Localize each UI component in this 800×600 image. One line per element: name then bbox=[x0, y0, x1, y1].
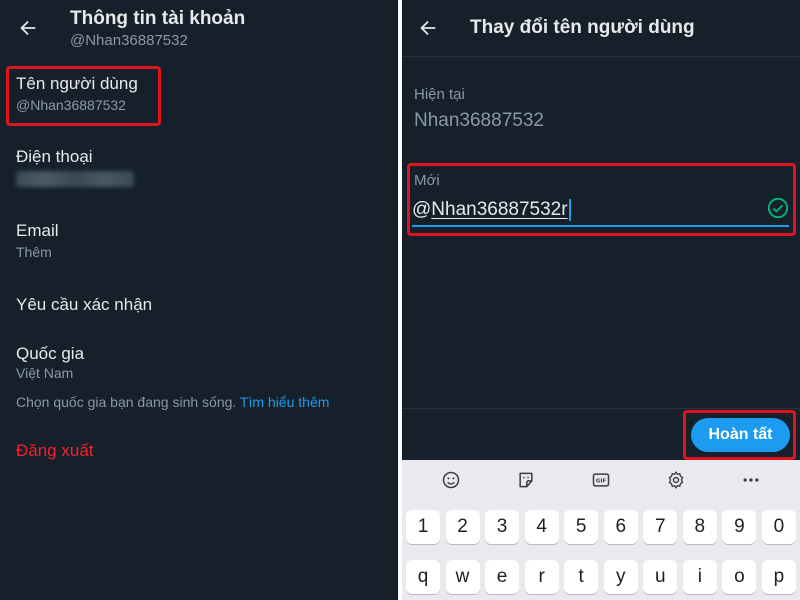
text-caret bbox=[568, 199, 571, 221]
arrow-left-icon bbox=[420, 20, 436, 36]
letter-key-p[interactable]: p bbox=[761, 560, 796, 594]
keyboard-letter-row: qwertyuiop bbox=[406, 560, 796, 594]
number-key-7[interactable]: 7 bbox=[643, 510, 678, 544]
number-key-6[interactable]: 6 bbox=[603, 510, 638, 544]
svg-text:GIF: GIF bbox=[596, 479, 606, 485]
number-key-3[interactable]: 3 bbox=[485, 510, 520, 544]
number-key-0[interactable]: 0 bbox=[761, 510, 796, 544]
country-hint: Chọn quốc gia bạn đang sinh sống. Tìm hi… bbox=[16, 394, 329, 410]
number-key-1[interactable]: 1 bbox=[406, 510, 440, 544]
number-key-5[interactable]: 5 bbox=[564, 510, 599, 544]
number-key-9[interactable]: 9 bbox=[722, 510, 757, 544]
verification-request-row[interactable]: Yêu cầu xác nhận bbox=[16, 295, 152, 315]
number-key-4[interactable]: 4 bbox=[524, 510, 559, 544]
change-username-title: Thay đổi tên người dùng bbox=[470, 17, 695, 38]
current-username-value: Nhan36887532 bbox=[414, 110, 544, 131]
current-username-label: Hiện tại bbox=[414, 86, 465, 103]
gear-icon[interactable] bbox=[662, 466, 690, 494]
country-hint-text: Chọn quốc gia bạn đang sinh sống. bbox=[16, 394, 237, 410]
letter-key-u[interactable]: u bbox=[643, 560, 678, 594]
keyboard-toolbar: GIF bbox=[402, 460, 800, 500]
logout-button[interactable]: Đăng xuất bbox=[16, 441, 94, 461]
number-key-8[interactable]: 8 bbox=[682, 510, 717, 544]
new-username-input[interactable]: @ Nhan36887532r bbox=[412, 195, 789, 227]
username-label: Tên người dùng bbox=[16, 74, 138, 93]
phone-label: Điện thoại bbox=[16, 147, 93, 166]
valid-check-icon bbox=[767, 197, 789, 219]
username-value: @Nhan36887532 bbox=[16, 97, 126, 113]
at-prefix: @ bbox=[412, 199, 432, 220]
number-key-2[interactable]: 2 bbox=[445, 510, 480, 544]
new-username-text: Nhan36887532r bbox=[431, 199, 568, 220]
header-divider bbox=[402, 56, 800, 57]
phone-value-blurred bbox=[16, 171, 134, 187]
learn-more-link[interactable]: Tìm hiểu thêm bbox=[240, 394, 329, 410]
back-button[interactable] bbox=[13, 13, 43, 43]
change-username-screen: Thay đổi tên người dùng Hiện tại Nhan368… bbox=[402, 0, 800, 600]
sticker-icon[interactable] bbox=[512, 466, 540, 494]
letter-key-y[interactable]: y bbox=[603, 560, 638, 594]
gif-icon[interactable]: GIF bbox=[587, 466, 615, 494]
on-screen-keyboard: GIF 1234567890 qwertyuiop bbox=[402, 460, 800, 600]
emoji-icon[interactable] bbox=[437, 466, 465, 494]
email-label: Email bbox=[16, 221, 59, 240]
footer-divider bbox=[402, 408, 800, 409]
letter-key-t[interactable]: t bbox=[564, 560, 599, 594]
account-info-screen: Thông tin tài khoản @Nhan36887532 Tên ng… bbox=[0, 0, 398, 600]
arrow-left-icon bbox=[20, 20, 36, 36]
page-title: Thông tin tài khoản bbox=[70, 8, 246, 29]
email-value: Thêm bbox=[16, 244, 52, 260]
letter-key-w[interactable]: w bbox=[445, 560, 480, 594]
back-button-right[interactable] bbox=[413, 13, 443, 43]
letter-key-q[interactable]: q bbox=[406, 560, 440, 594]
letter-key-r[interactable]: r bbox=[524, 560, 559, 594]
letter-key-i[interactable]: i bbox=[682, 560, 717, 594]
account-handle: @Nhan36887532 bbox=[70, 32, 188, 49]
done-button[interactable]: Hoàn tất bbox=[691, 418, 790, 452]
letter-key-e[interactable]: e bbox=[485, 560, 520, 594]
letter-key-o[interactable]: o bbox=[722, 560, 757, 594]
country-value: Việt Nam bbox=[16, 365, 74, 381]
new-username-label: Mới bbox=[414, 172, 440, 189]
keyboard-number-row: 1234567890 bbox=[406, 510, 796, 544]
country-label: Quốc gia bbox=[16, 344, 85, 363]
more-icon[interactable] bbox=[737, 466, 765, 494]
